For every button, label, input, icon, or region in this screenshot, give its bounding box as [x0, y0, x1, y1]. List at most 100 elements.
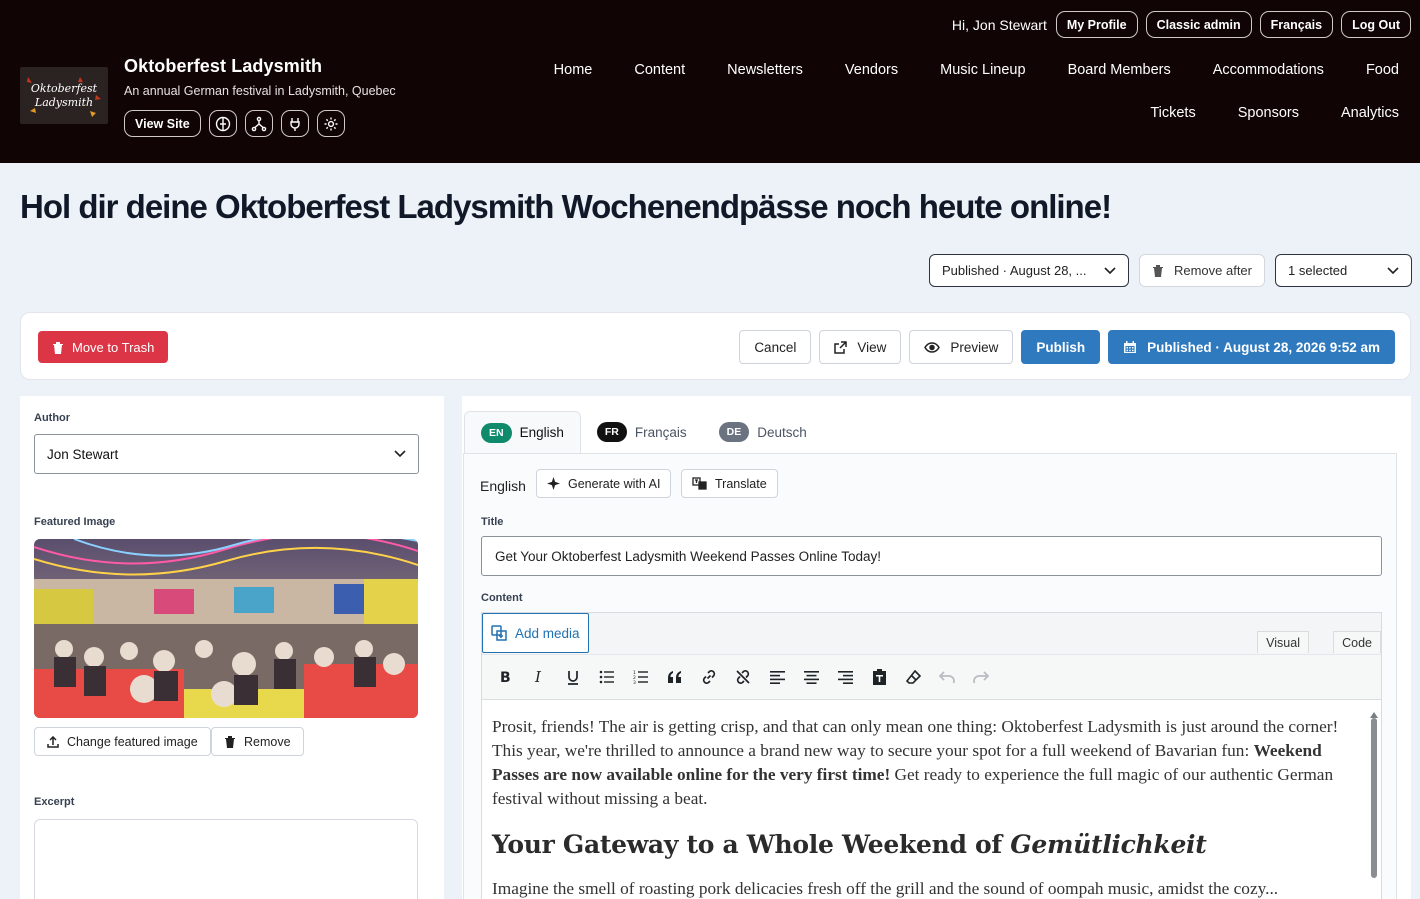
align-right-icon[interactable]: [828, 660, 862, 694]
link-icon[interactable]: [692, 660, 726, 694]
translate-button[interactable]: Translate: [681, 469, 778, 498]
clear-formatting-icon[interactable]: [896, 660, 930, 694]
publish-status-value: Published · August 28, ...: [941, 263, 1087, 278]
nav-accommodations[interactable]: Accommodations: [1213, 62, 1324, 78]
excerpt-field[interactable]: [34, 819, 418, 899]
move-to-trash-button[interactable]: Move to Trash: [38, 331, 169, 363]
editor-scrollbar[interactable]: [1369, 706, 1379, 891]
visual-tab[interactable]: Visual: [1257, 631, 1309, 653]
classic-admin-button[interactable]: Classic admin: [1145, 11, 1252, 38]
excerpt-label: Excerpt: [34, 796, 75, 808]
featured-image-label: Featured Image: [34, 516, 116, 528]
svg-text:I: I: [534, 670, 542, 684]
category-select-value: 1 selected: [1288, 263, 1348, 278]
svg-text:Ladysmith: Ladysmith: [34, 96, 93, 109]
nav-tickets[interactable]: Tickets: [1150, 105, 1195, 121]
post-sidebar: Author Jon Stewart Featured Image Change…: [20, 396, 444, 899]
rich-text-editor: Add media Visual Code B I 123 Prosit, fr…: [481, 612, 1382, 899]
user-greeting: Hi, Jon Stewart: [951, 16, 1047, 33]
nav-music-lineup[interactable]: Music Lineup: [940, 62, 1025, 78]
published-date-button[interactable]: Published · August 28, 2026 9:52 am: [1108, 330, 1395, 364]
nav-newsletters[interactable]: Newsletters: [727, 62, 803, 78]
nav-food[interactable]: Food: [1366, 62, 1399, 78]
sitemap-icon[interactable]: [244, 110, 273, 137]
category-select[interactable]: 1 selected: [1275, 254, 1412, 287]
tab-french[interactable]: FR Français: [581, 411, 703, 453]
editor-content[interactable]: Prosit, friends! The air is getting cris…: [482, 701, 1367, 899]
tab-english-code: EN: [481, 422, 512, 443]
translate-icon: [692, 477, 707, 490]
preview-button[interactable]: Preview: [909, 330, 1014, 364]
calendar-icon: [1124, 341, 1137, 353]
site-subtitle: An annual German festival in Ladysmith, …: [124, 84, 396, 98]
add-media-label: Add media: [515, 625, 580, 641]
add-media-button[interactable]: Add media: [482, 613, 589, 653]
nav-analytics[interactable]: Analytics: [1341, 105, 1399, 121]
publish-status-select[interactable]: Published · August 28, ...: [928, 254, 1129, 287]
generate-ai-button[interactable]: Generate with AI: [536, 469, 672, 498]
author-label: Author: [34, 412, 71, 424]
plug-icon[interactable]: [280, 110, 309, 137]
svg-text:Oktoberfest: Oktoberfest: [31, 82, 98, 95]
trash-icon: [1152, 265, 1163, 277]
content-heading: Your Gateway to a Whole Weekend of Gemüt…: [492, 830, 1207, 859]
paste-text-icon[interactable]: [862, 660, 896, 694]
accessibility-icon[interactable]: [208, 110, 237, 137]
my-profile-button[interactable]: My Profile: [1055, 11, 1138, 38]
view-button[interactable]: View: [819, 330, 902, 364]
nav-content[interactable]: Content: [634, 62, 685, 78]
nav-vendors[interactable]: Vendors: [845, 62, 898, 78]
nav-board-members[interactable]: Board Members: [1068, 62, 1171, 78]
content-paragraph: Prosit, friends! The air is getting cris…: [492, 717, 1339, 808]
remove-featured-image-button[interactable]: Remove: [211, 727, 304, 756]
tab-german[interactable]: DE Deutsch: [703, 411, 823, 453]
align-left-icon[interactable]: [760, 660, 794, 694]
svg-text:3: 3: [633, 680, 636, 684]
change-featured-image-label: Change featured image: [67, 734, 198, 749]
nav-sponsors[interactable]: Sponsors: [1238, 105, 1299, 121]
tab-french-label: Français: [634, 424, 687, 440]
chevron-down-icon: [1104, 266, 1116, 274]
view-site-button[interactable]: View Site: [124, 110, 201, 137]
content-paragraph: Imagine the smell of roasting pork delic…: [492, 879, 1279, 898]
italic-icon[interactable]: I: [522, 660, 556, 694]
remove-after-button[interactable]: Remove after: [1138, 254, 1265, 287]
main-nav: Home Content Newsletters Vendors Music L…: [510, 56, 1420, 127]
tab-english[interactable]: EN English: [464, 411, 581, 453]
action-bar: Move to Trash Cancel View Preview Publis…: [20, 312, 1411, 380]
editor-area: EN English FR Français DE Deutsch Englis…: [462, 396, 1411, 899]
generate-ai-label: Generate with AI: [568, 476, 661, 491]
media-icon: [491, 625, 507, 641]
quote-icon[interactable]: [658, 660, 692, 694]
title-input[interactable]: Get Your Oktoberfest Ladysmith Weekend P…: [481, 536, 1382, 576]
title-label: Title: [481, 516, 504, 528]
trash-icon: [53, 341, 63, 354]
language-switch-button[interactable]: Français: [1259, 11, 1334, 38]
tab-german-label: Deutsch: [757, 424, 807, 440]
scrollbar-thumb[interactable]: [1371, 718, 1377, 878]
undo-icon[interactable]: [930, 660, 964, 694]
chevron-down-icon: [394, 450, 406, 458]
underline-icon[interactable]: [556, 660, 590, 694]
cancel-button[interactable]: Cancel: [739, 330, 812, 364]
change-featured-image-button[interactable]: Change featured image: [34, 727, 211, 756]
numbered-list-icon[interactable]: 123: [624, 660, 658, 694]
formatting-toolbar: B I 123: [482, 655, 1381, 700]
site-title: Oktoberfest Ladysmith: [124, 56, 323, 76]
publish-button[interactable]: Publish: [1021, 330, 1101, 364]
bullet-list-icon[interactable]: [590, 660, 624, 694]
page-title: Hol dir deine Oktoberfest Ladysmith Woch…: [20, 188, 1112, 225]
code-tab[interactable]: Code: [1333, 631, 1381, 653]
nav-home[interactable]: Home: [554, 62, 593, 78]
align-center-icon[interactable]: [794, 660, 828, 694]
author-select[interactable]: Jon Stewart: [34, 434, 419, 474]
bold-icon[interactable]: B: [488, 660, 522, 694]
top-bar: Oktoberfest Ladysmith Oktoberfest Ladysm…: [0, 0, 1420, 163]
external-link-icon: [834, 340, 848, 354]
log-out-button[interactable]: Log Out: [1341, 11, 1411, 38]
move-to-trash-label: Move to Trash: [72, 339, 155, 355]
site-logo[interactable]: Oktoberfest Ladysmith: [20, 67, 108, 124]
gear-icon[interactable]: [316, 110, 345, 137]
unlink-icon[interactable]: [726, 660, 760, 694]
redo-icon[interactable]: [964, 660, 998, 694]
